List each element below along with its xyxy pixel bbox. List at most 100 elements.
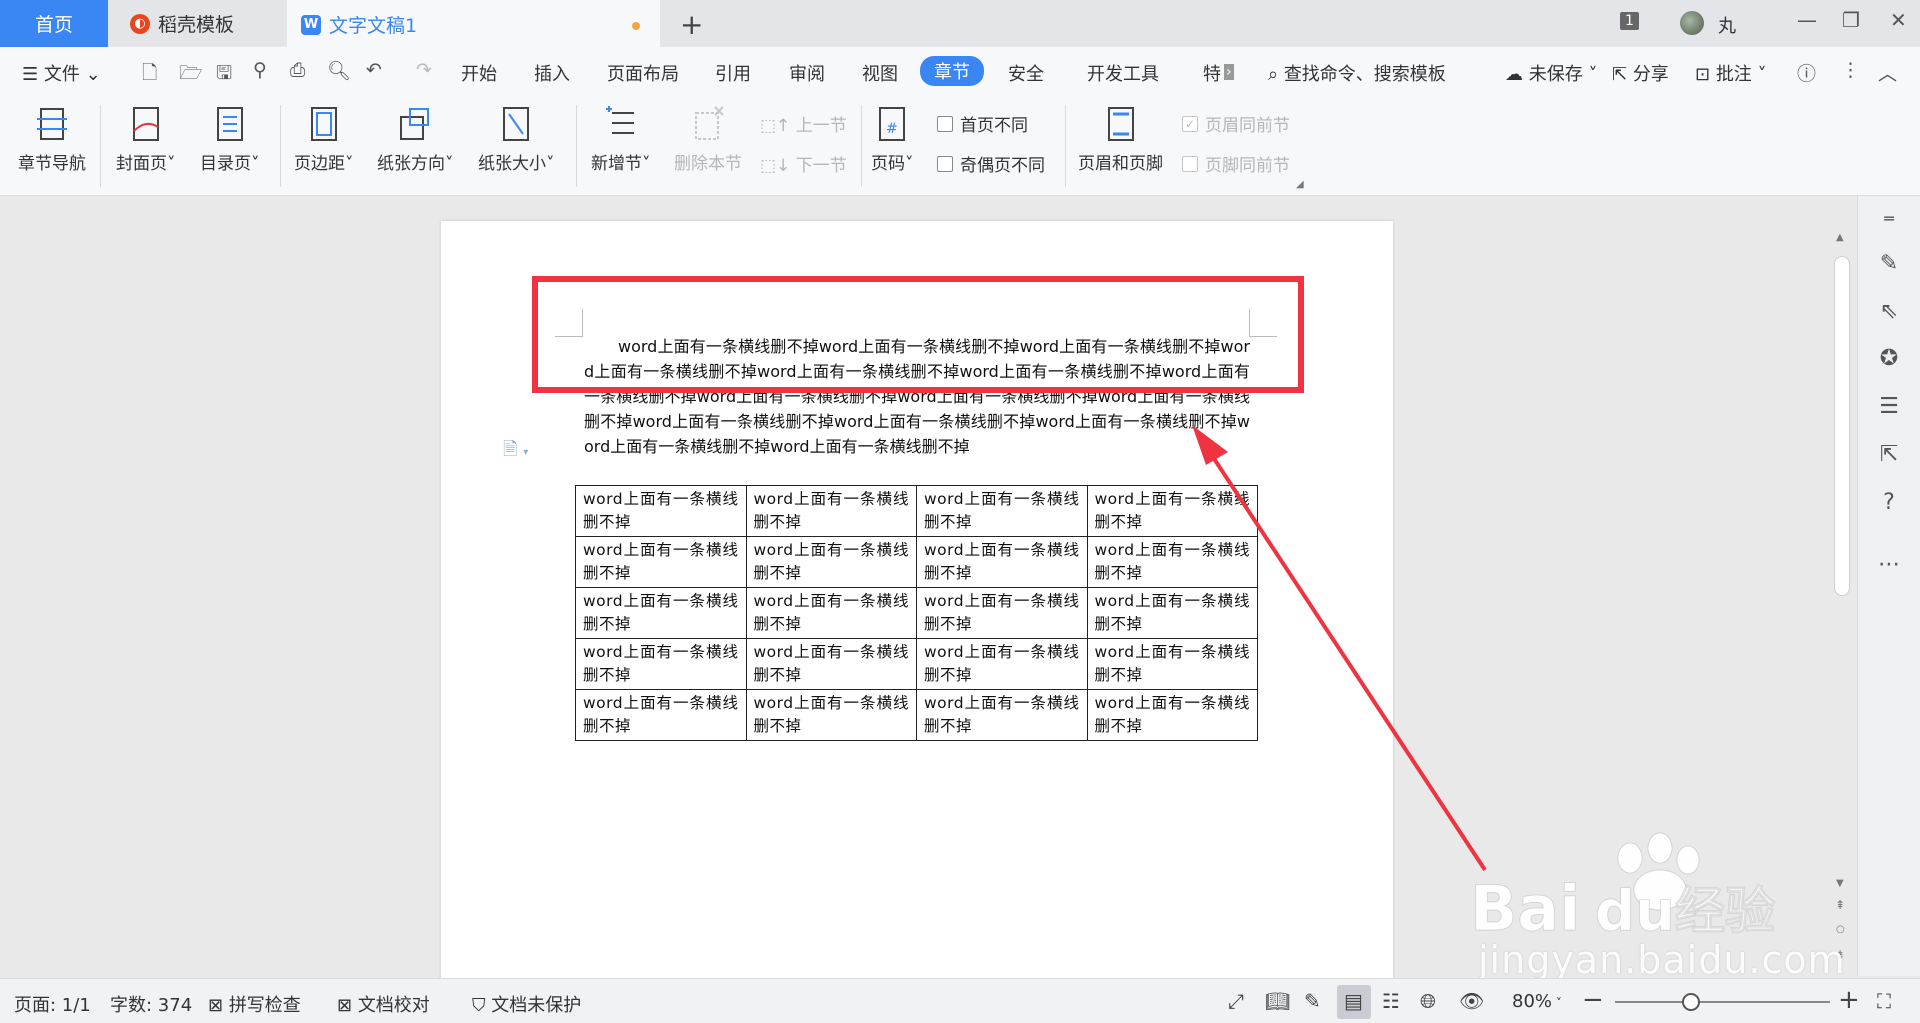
zoom-slider-handle[interactable]: [1682, 993, 1700, 1011]
section-nav-button[interactable]: 章节导航: [18, 105, 86, 174]
pointer-icon[interactable]: ⇖: [1876, 299, 1902, 325]
odd-even-diff-checkbox[interactable]: 奇偶页不同: [937, 151, 1045, 176]
spell-check-button[interactable]: ⊠ 拼写检查: [208, 991, 301, 1017]
pen-icon[interactable]: ✎: [1876, 251, 1902, 277]
tab-document[interactable]: W 文字文稿1: [287, 0, 660, 47]
new-tab-button[interactable]: +: [680, 8, 703, 41]
tab-home[interactable]: 首页: [0, 0, 108, 47]
scroll-up-icon[interactable]: ▲: [1836, 232, 1844, 243]
badge-icon[interactable]: ✪: [1876, 346, 1902, 372]
zoom-in-icon[interactable]: +: [1838, 985, 1860, 1015]
more-horizontal-icon[interactable]: ⋯: [1876, 552, 1902, 578]
protection-status[interactable]: ⛉ 文档未保护: [472, 991, 581, 1017]
share-button[interactable]: ⇱ 分享: [1612, 60, 1669, 86]
help-circle-icon[interactable]: ?: [1876, 490, 1902, 516]
table-cell[interactable]: word上面有一条横线删不掉: [745, 485, 917, 537]
read-mode-icon[interactable]: 📖︎: [1265, 989, 1290, 1013]
table-cell[interactable]: word上面有一条横线删不掉: [575, 638, 747, 690]
dialog-launcher-icon[interactable]: ◢: [1296, 179, 1304, 190]
fit-window-icon[interactable]: ⛶: [1877, 989, 1891, 1013]
format-painter-icon[interactable]: ⚲: [253, 59, 267, 81]
first-page-diff-checkbox[interactable]: 首页不同: [937, 111, 1028, 136]
zoom-out-icon[interactable]: −: [1582, 985, 1604, 1015]
print-icon[interactable]: ⎙: [290, 59, 305, 81]
prev-section-button[interactable]: ⬚↑ 上一节: [760, 111, 847, 136]
table-cell[interactable]: word上面有一条横线删不掉: [575, 689, 747, 741]
sidebar-handle-icon[interactable]: ═: [1876, 206, 1902, 232]
open-folder-icon[interactable]: 🗁: [179, 59, 203, 91]
new-doc-icon[interactable]: 🗋: [142, 59, 157, 91]
table-cell[interactable]: word上面有一条横线删不掉: [745, 587, 917, 639]
delete-section-button[interactable]: 删除本节: [674, 105, 742, 174]
next-section-button[interactable]: ⬚↓ 下一节: [760, 151, 847, 176]
collapse-ribbon-icon[interactable]: ︿: [1878, 59, 1897, 86]
user-name[interactable]: 丸: [1718, 12, 1736, 38]
print-preview-icon[interactable]: 🔍︎: [327, 59, 351, 82]
table-cell[interactable]: word上面有一条横线删不掉: [745, 536, 917, 588]
paragraph-options-icon[interactable]: 🗎 ▾: [503, 437, 528, 467]
cover-page-button[interactable]: 封面页˅: [116, 105, 176, 174]
window-count-badge[interactable]: 1: [1620, 12, 1639, 30]
zoom-slider-track[interactable]: [1615, 1001, 1830, 1003]
menu-page-layout[interactable]: 页面布局: [607, 60, 679, 86]
minimize-icon[interactable]: —: [1797, 8, 1817, 32]
table-cell[interactable]: word上面有一条横线删不掉: [1086, 536, 1258, 588]
page-view-icon[interactable]: ▤: [1344, 989, 1363, 1013]
toc-page-button[interactable]: 目录页˅: [200, 105, 260, 174]
more-vertical-icon[interactable]: ⋮: [1841, 59, 1860, 81]
menu-insert[interactable]: 插入: [534, 60, 570, 86]
word-count[interactable]: 字数: 374: [110, 991, 192, 1017]
table-cell[interactable]: word上面有一条横线删不掉: [575, 485, 747, 537]
unsaved-status[interactable]: ☁ 未保存 ˅: [1505, 60, 1597, 86]
undo-icon[interactable]: ↶: [366, 59, 382, 81]
save-icon[interactable]: 🖫: [216, 59, 232, 91]
file-menu[interactable]: ☰ 文件 ⌄: [22, 60, 101, 86]
header-footer-button[interactable]: 页眉和页脚: [1078, 105, 1163, 174]
page-number-button[interactable]: # 页码˅: [871, 105, 914, 174]
menu-security[interactable]: 安全: [1008, 60, 1044, 86]
web-view-icon[interactable]: 🌐︎: [1420, 989, 1436, 1013]
share-out-icon[interactable]: ⇱: [1876, 442, 1902, 468]
fullscreen-icon[interactable]: ⤢: [1228, 989, 1244, 1013]
zoom-level[interactable]: 80% ˅: [1512, 991, 1562, 1012]
table-cell[interactable]: word上面有一条横线删不掉: [745, 638, 917, 690]
close-icon[interactable]: ✕: [1890, 8, 1907, 32]
table-cell[interactable]: word上面有一条横线删不掉: [1086, 587, 1258, 639]
page-indicator[interactable]: 页面: 1/1: [14, 991, 91, 1017]
table-cell[interactable]: word上面有一条横线删不掉: [916, 638, 1088, 690]
outline-view-icon[interactable]: ☷: [1382, 989, 1400, 1013]
new-section-button[interactable]: 新增节˅: [591, 105, 651, 174]
scrollbar-thumb[interactable]: [1834, 256, 1850, 596]
footer-same-checkbox[interactable]: 页脚同前节: [1182, 151, 1290, 176]
header-same-checkbox[interactable]: ✓ 页眉同前节: [1182, 111, 1290, 136]
search-command[interactable]: ⌕ 查找命令、搜索模板: [1268, 60, 1446, 86]
menu-references[interactable]: 引用: [715, 60, 751, 86]
table-cell[interactable]: word上面有一条横线删不掉: [916, 587, 1088, 639]
sliders-icon[interactable]: ☰: [1876, 394, 1902, 420]
menu-review[interactable]: 审阅: [789, 60, 825, 86]
table-cell[interactable]: word上面有一条横线删不掉: [916, 689, 1088, 741]
margin-button[interactable]: 页边距˅: [294, 105, 354, 174]
orientation-button[interactable]: 纸张方向˅: [377, 105, 454, 174]
restore-icon[interactable]: ❐: [1842, 8, 1860, 32]
table-cell[interactable]: word上面有一条横线删不掉: [916, 536, 1088, 588]
eye-protection-icon[interactable]: 👁︎: [1459, 989, 1484, 1013]
table-cell[interactable]: word上面有一条横线删不掉: [1086, 485, 1258, 537]
table-cell[interactable]: word上面有一条横线删不掉: [1086, 689, 1258, 741]
tab-template[interactable]: ◐ 稻壳模板: [110, 0, 285, 47]
menu-special[interactable]: 特: [1203, 60, 1221, 86]
paper-size-button[interactable]: 纸张大小˅: [478, 105, 555, 174]
menu-start[interactable]: 开始: [461, 60, 497, 86]
table-cell[interactable]: word上面有一条横线删不掉: [575, 587, 747, 639]
redo-icon[interactable]: ↷: [416, 59, 432, 81]
menu-more-icon[interactable]: ›: [1224, 64, 1234, 80]
menu-section[interactable]: 章节: [920, 56, 984, 86]
edit-mode-icon[interactable]: ✎: [1304, 989, 1321, 1013]
comment-button[interactable]: ⊡ 批注 ˅: [1695, 60, 1767, 86]
help-icon[interactable]: ⓘ: [1797, 59, 1816, 86]
avatar[interactable]: [1680, 11, 1704, 35]
table-cell[interactable]: word上面有一条横线删不掉: [916, 485, 1088, 537]
menu-view[interactable]: 视图: [862, 60, 898, 86]
table-cell[interactable]: word上面有一条横线删不掉: [745, 689, 917, 741]
document-table[interactable]: word上面有一条横线删不掉 word上面有一条横线删不掉 word上面有一条横…: [575, 485, 1258, 741]
